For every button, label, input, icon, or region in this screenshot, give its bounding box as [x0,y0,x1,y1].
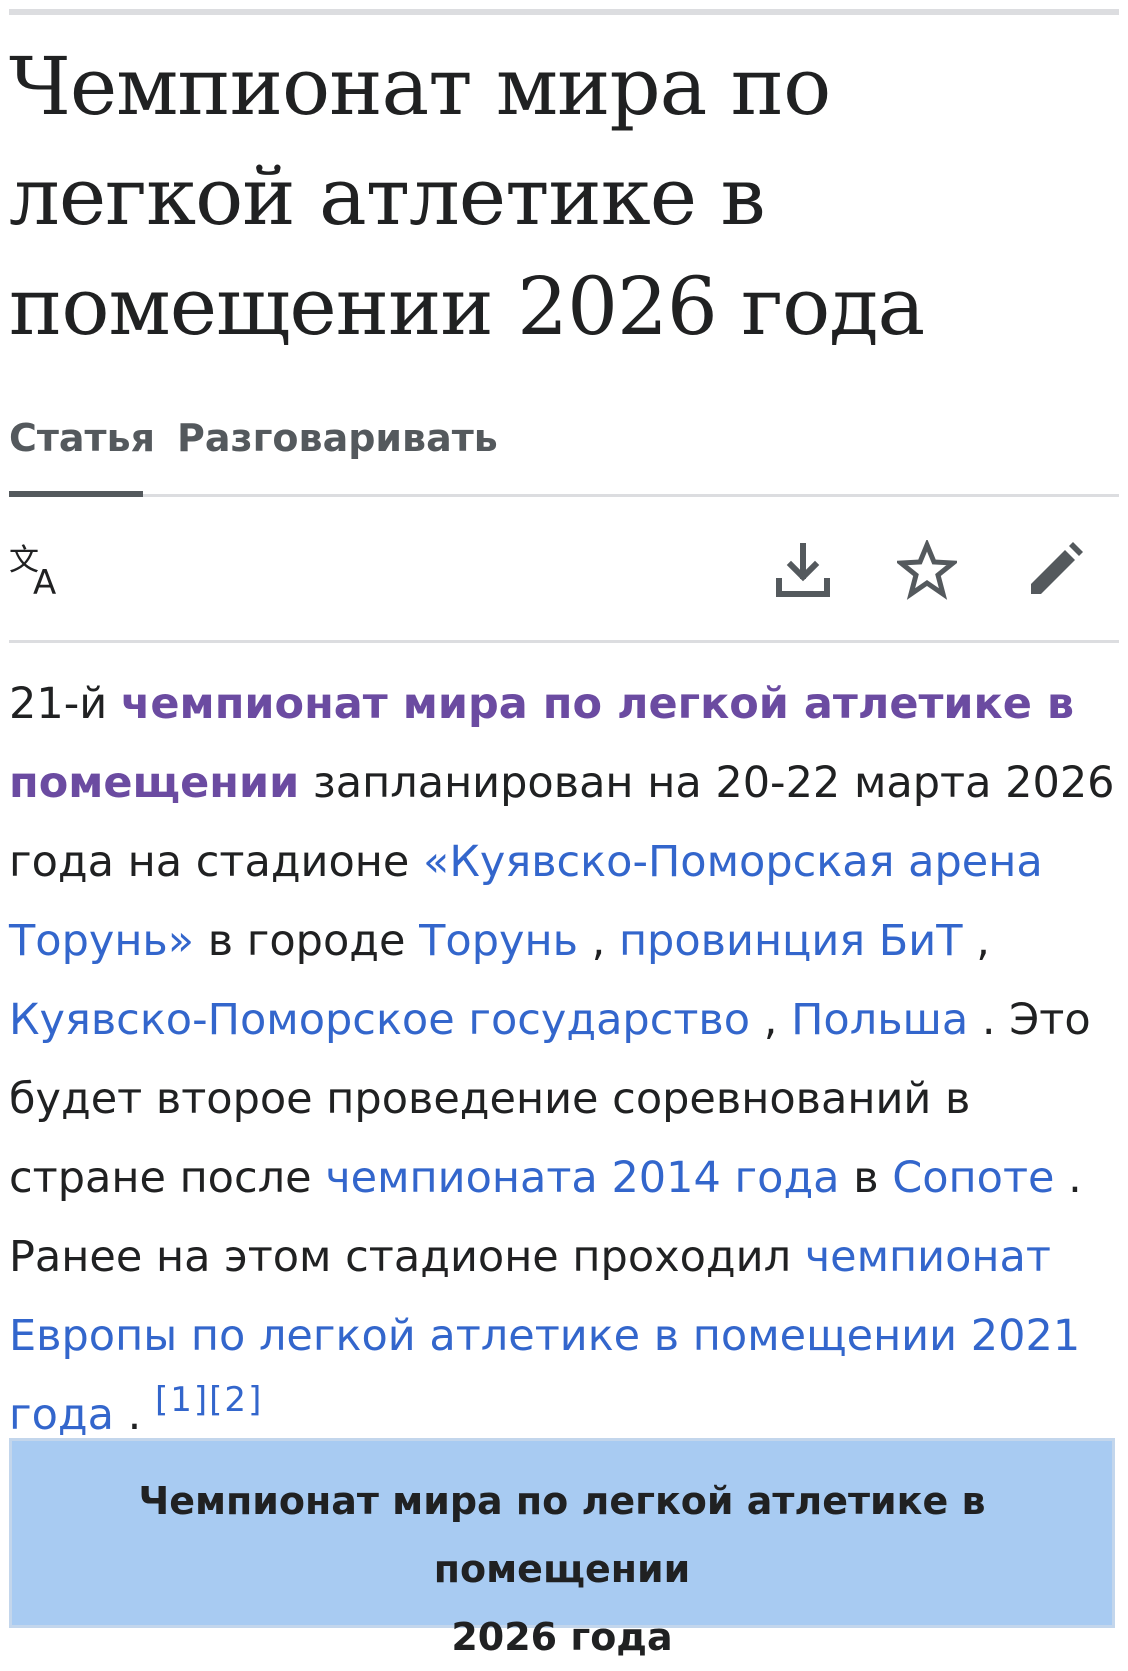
page-title: Чемпионат мира по легкой атлетике в поме… [9,40,925,353]
link-torun[interactable]: Торунь [419,916,578,966]
text-segment: . [113,1390,155,1440]
link-sopot[interactable]: Сопоте [892,1153,1054,1203]
infobox-header: Чемпионат мира по легкой атлетике в поме… [9,1438,1115,1659]
tab-talk[interactable]: Разговаривать [177,416,498,460]
text-segment: в городе [194,916,420,966]
download-icon[interactable] [773,540,833,600]
pencil-icon[interactable] [1025,540,1085,600]
reference-2[interactable]: [2] [209,1380,263,1420]
translate-icon[interactable]: 文 A [9,540,69,603]
link-poland[interactable]: Польша [791,995,968,1045]
tab-article[interactable]: Статья [9,416,155,460]
article-lead-paragraph: 21-й чемпионат мира по легкой атлетике в… [9,665,1119,1455]
text-segment: , [577,916,619,966]
text-segment: в [839,1153,893,1203]
text-segment: 21-й [9,679,121,729]
star-icon[interactable] [894,538,960,600]
link-voivodeship[interactable]: Куявско-Поморское государство [9,995,750,1045]
infobox-title-line-1: Чемпионат мира по легкой атлетике в поме… [138,1479,986,1591]
text-segment: , [962,916,990,966]
page-tabs: Статья Разговаривать [9,410,1119,497]
top-divider [9,9,1119,15]
link-2014-championship[interactable]: чемпионата 2014 года [325,1153,839,1203]
infobox-title-line-2: 2026 года [451,1615,673,1659]
reference-1[interactable]: [1] [155,1380,209,1420]
page-actions-toolbar: 文 A [9,510,1119,643]
text-segment: , [750,995,792,1045]
link-province[interactable]: провинция БиТ [619,916,963,966]
svg-text:A: A [33,563,56,600]
active-tab-indicator [9,491,143,497]
